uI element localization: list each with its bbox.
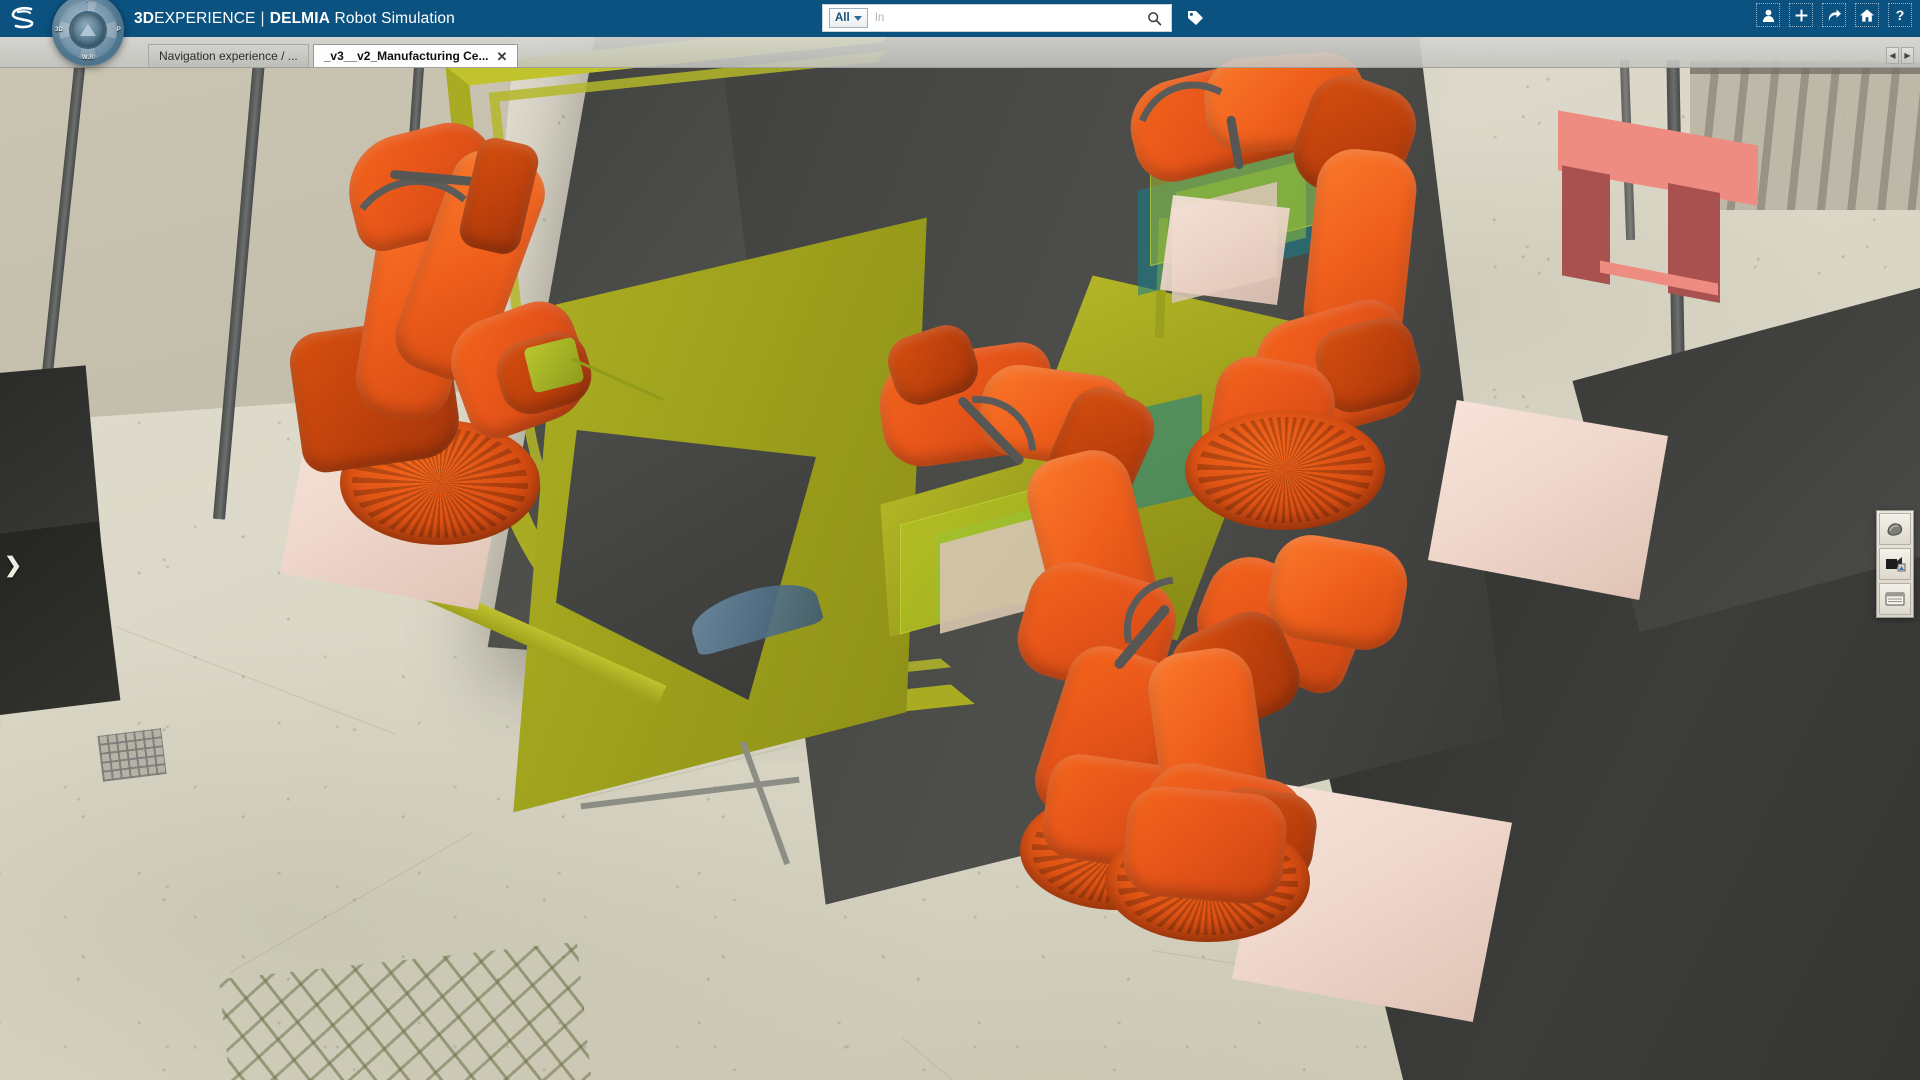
search-icon[interactable] [1141, 6, 1167, 30]
compass-hub[interactable] [71, 13, 105, 47]
compass-label-south: W.R [82, 55, 94, 61]
app-title: 3DEXPERIENCE | DELMIA Robot Simulation [134, 10, 455, 28]
tab-label: Navigation experience / ... [159, 49, 298, 63]
tab-manufacturing-cell[interactable]: _v3__v2_Manufacturing Ce... ✕ [313, 44, 519, 67]
user-profile-icon[interactable] [1756, 3, 1780, 27]
tab-navigation-experience[interactable]: Navigation experience / ... [148, 44, 309, 67]
tab-strip: Navigation experience / ... _v3__v2_Manu… [0, 37, 1920, 68]
product-name: DELMIA [270, 10, 330, 27]
workbench-name: Robot Simulation [335, 10, 455, 27]
render-style-icon[interactable] [1879, 548, 1911, 580]
search-scope-label: All [835, 12, 850, 24]
tab-label: _v3__v2_Manufacturing Ce... [324, 49, 489, 63]
display-options-icon[interactable] [1879, 583, 1911, 615]
left-panel-expander[interactable]: ❯ [2, 545, 24, 585]
compass-label-north: Y [86, 0, 90, 3]
tab-scroll-prev-button[interactable]: ◀ [1886, 47, 1899, 64]
header-icon-group: ? [1756, 3, 1912, 27]
brand-3d: 3D [134, 10, 154, 27]
search-scope-button[interactable]: All [829, 8, 868, 28]
tab-scroll-controls: ◀ ▶ [1886, 47, 1914, 64]
home-icon[interactable] [1855, 3, 1879, 27]
search-input[interactable] [875, 12, 1141, 24]
share-icon[interactable] [1822, 3, 1846, 27]
close-icon[interactable]: ✕ [496, 50, 507, 63]
help-icon[interactable]: ? [1888, 3, 1912, 27]
tab-scroll-next-button[interactable]: ▶ [1901, 47, 1914, 64]
chevron-down-icon [854, 16, 862, 21]
view-tools-panel[interactable] [1876, 510, 1914, 618]
add-icon[interactable] [1789, 3, 1813, 27]
compass-pointer-icon [80, 24, 96, 36]
help-glyph: ? [1896, 8, 1905, 22]
ds-logo-icon[interactable] [0, 0, 52, 37]
robot-base [1185, 410, 1385, 530]
chevron-right-icon: ▶ [1904, 51, 1910, 60]
robot-base-column [1121, 783, 1290, 907]
brand-experience: EXPERIENCE [154, 10, 255, 27]
tag-icon[interactable] [1184, 7, 1206, 29]
3d-viewport[interactable]: ❯ [0, 0, 1920, 1080]
global-search[interactable]: All [822, 4, 1172, 32]
robot-arm-upper-right[interactable] [1150, 60, 1480, 530]
application-header: Y W.R 3D P 3DEXPERIENCE|DELMIA Robot Sim… [0, 0, 1920, 37]
robot-arm-left[interactable] [330, 120, 660, 550]
brand-separator: | [261, 10, 265, 27]
robot-base-teeth [1197, 417, 1373, 523]
chevron-left-icon: ◀ [1889, 51, 1895, 60]
compass-label-east: P [117, 27, 121, 33]
robot-arm-lower-right[interactable] [1230, 540, 1560, 990]
compass-label-west: 3D [55, 27, 63, 33]
application-window: ❯ [0, 0, 1920, 1080]
floor-drain-grate [97, 728, 166, 781]
shading-mode-icon[interactable] [1879, 513, 1911, 545]
